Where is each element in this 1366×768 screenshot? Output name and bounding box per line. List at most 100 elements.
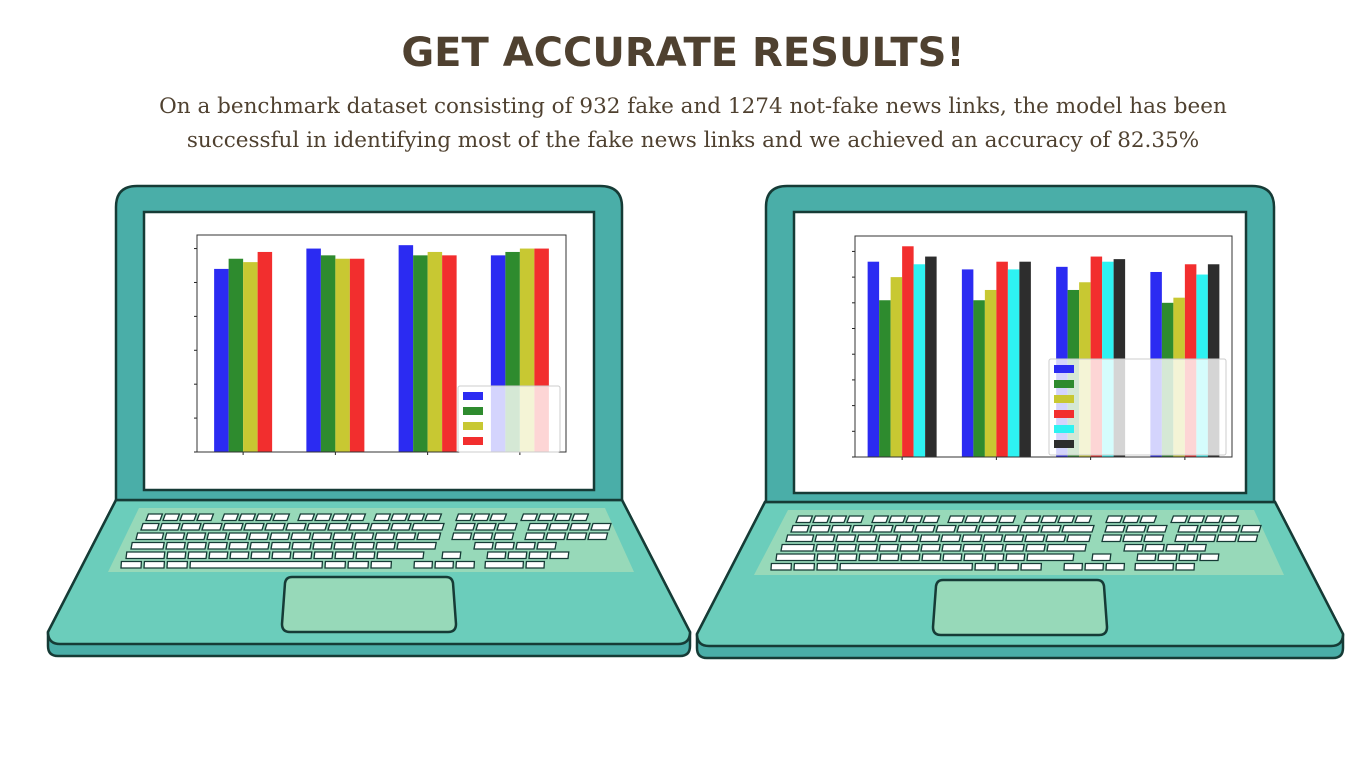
keyboard-key [135, 532, 165, 541]
keyboard-key [549, 551, 570, 560]
legend-swatch [1054, 365, 1074, 373]
bar [413, 255, 428, 452]
keyboard-key [921, 553, 942, 562]
bar [257, 251, 273, 452]
keyboard-key [590, 522, 612, 531]
keyboard-key [208, 551, 229, 560]
keyboard-key [1105, 562, 1126, 571]
keyboard-key [770, 562, 793, 571]
keyboard-key [454, 522, 476, 531]
keyboard-key [548, 522, 570, 531]
keyboard-key [187, 551, 208, 560]
bar [996, 261, 1008, 457]
keyboard-key [493, 532, 515, 541]
legend-swatch [463, 392, 483, 400]
keyboard-key [207, 541, 228, 550]
keyboard-key [815, 543, 836, 552]
keyboard-key [331, 513, 350, 522]
keyboard-key [872, 524, 894, 533]
keyboard-key [984, 553, 1005, 562]
keyboard-key [566, 532, 588, 541]
keyboard-key [790, 524, 810, 533]
keyboard-key [571, 513, 590, 522]
keyboard-key [780, 543, 815, 552]
keyboard-key [1187, 515, 1206, 524]
keyboard-key [981, 515, 1000, 524]
keyboard-key [795, 515, 814, 524]
bar [1007, 269, 1020, 457]
keyboard-key [374, 532, 396, 541]
laptop-right [695, 184, 1345, 660]
keyboard-key [369, 522, 391, 531]
keyboard-key [963, 553, 984, 562]
keyboard-key [1178, 553, 1199, 562]
bar [243, 262, 258, 452]
keyboard-key [857, 543, 878, 552]
keyboard-key [354, 541, 375, 550]
keyboard-key [1136, 553, 1157, 562]
keyboard-key [536, 541, 557, 550]
keyboard-key [313, 551, 334, 560]
keyboard-key [1195, 534, 1217, 543]
legend-swatch [1054, 440, 1074, 448]
legend-swatch [1054, 380, 1074, 388]
bar [890, 277, 903, 457]
keyboard-key [1057, 515, 1076, 524]
keyboard-key [411, 522, 445, 531]
keyboard-key [311, 532, 333, 541]
keyboard-key [166, 560, 189, 569]
bar [349, 258, 365, 452]
keyboard-key [370, 560, 393, 569]
keyboard-key [334, 551, 355, 560]
keyboard-key [264, 522, 286, 531]
keyboard-key [785, 534, 815, 543]
keyboard-key [1144, 543, 1165, 552]
keyboard-key [1204, 515, 1223, 524]
keyboard-key [1045, 534, 1067, 543]
keyboard-key [373, 513, 392, 522]
legend-swatch [463, 437, 483, 445]
bar [398, 245, 414, 452]
keyboard-key [1125, 524, 1147, 533]
keyboard-key [793, 562, 816, 571]
keyboard-key [1026, 553, 1075, 562]
bar [1019, 261, 1031, 457]
keyboard-key [395, 532, 417, 541]
keyboard-key [515, 541, 536, 550]
keyboard-key [520, 513, 539, 522]
keyboard-key [877, 534, 899, 543]
keyboard-key [1061, 524, 1095, 533]
keyboard-key [1175, 562, 1196, 571]
keyboard-key [201, 522, 223, 531]
bar [442, 255, 457, 452]
bar [335, 258, 350, 452]
keyboard-key [250, 551, 271, 560]
keyboard-key [396, 541, 437, 550]
keyboard-key [1101, 534, 1123, 543]
keyboard-key [527, 522, 549, 531]
keyboard-key [1122, 515, 1141, 524]
keyboard-key [1221, 515, 1240, 524]
keyboard-key [905, 515, 924, 524]
keyboard-key [940, 534, 962, 543]
keyboard-key [228, 541, 249, 550]
keyboard-key [1198, 524, 1220, 533]
keyboard-key [164, 532, 186, 541]
keyboard-key [920, 543, 941, 552]
keyboard-key [839, 562, 974, 571]
keyboard-key [1046, 543, 1087, 552]
keyboard-key [270, 541, 291, 550]
keyboard-key [1105, 515, 1124, 524]
keyboard-key [1122, 534, 1144, 543]
keyboard-key [407, 513, 426, 522]
keyboard-key [871, 515, 890, 524]
keyboard-key [1165, 543, 1186, 552]
keyboard-key [888, 515, 907, 524]
keyboard-key [1040, 515, 1059, 524]
keyboard-key [922, 515, 941, 524]
keyboard-key [455, 560, 476, 569]
touchpad-left [280, 575, 458, 634]
bar [913, 264, 926, 457]
keyboard-key [185, 532, 207, 541]
keyboard-key [130, 541, 165, 550]
